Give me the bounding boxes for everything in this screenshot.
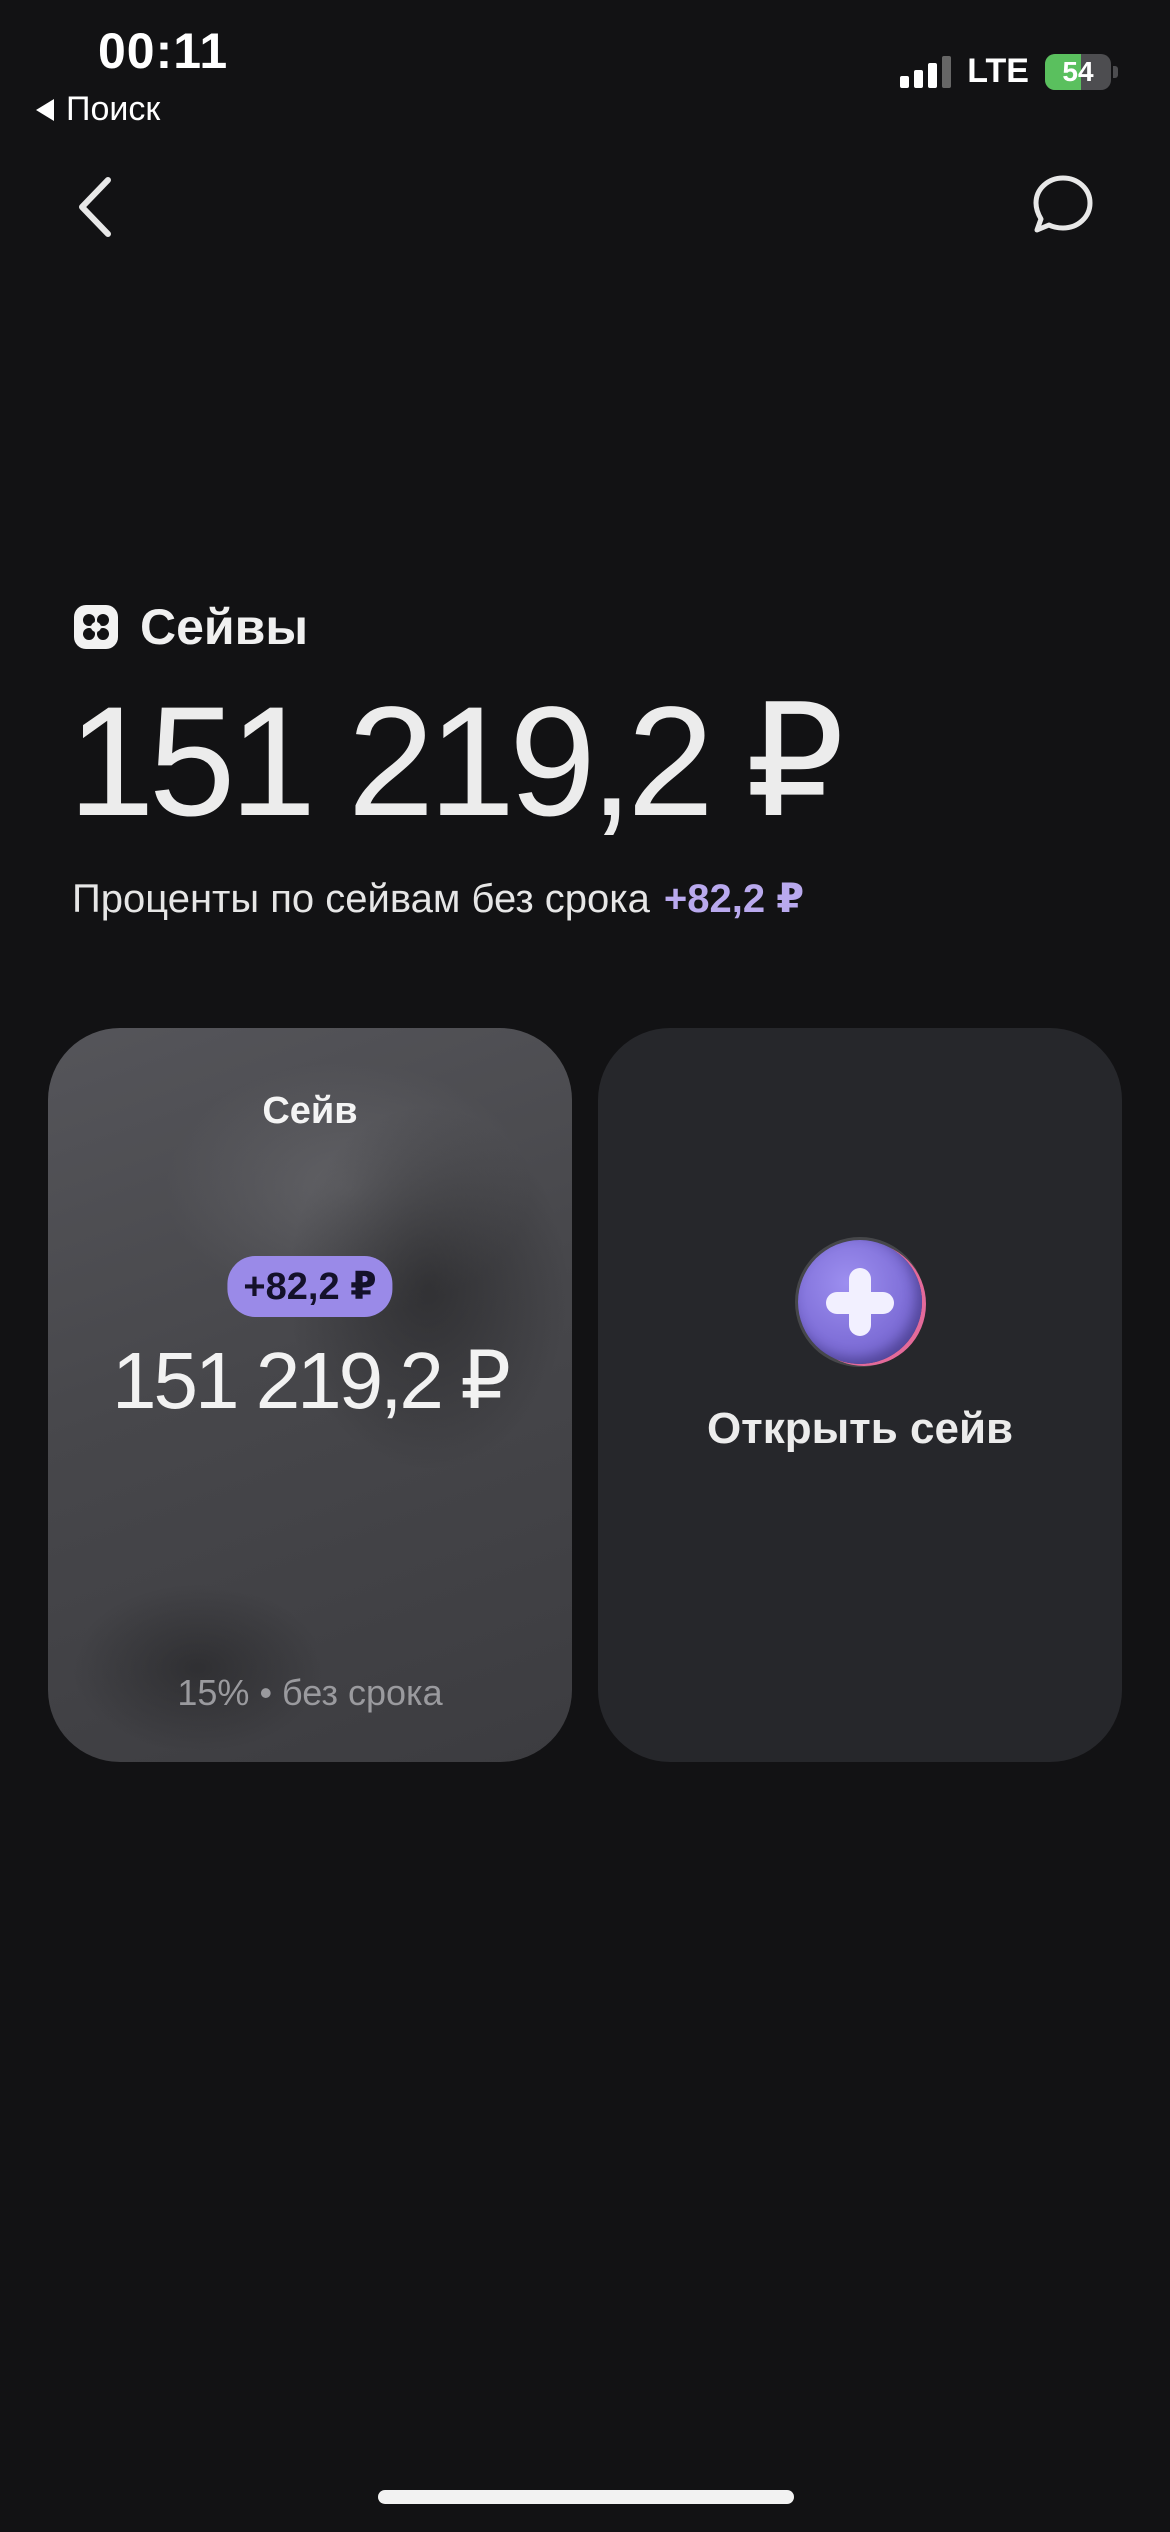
save-card-rate: 15% • без срока (177, 1672, 443, 1713)
interest-label: Проценты по сейвам без срока (72, 877, 650, 921)
interest-summary: Проценты по сейвам без срока +82,2 ₽ (72, 876, 804, 922)
save-card[interactable]: Сейв +82,2 ₽ 151 219,2 ₽ 15% • без срока (48, 1028, 572, 1762)
battery-level: 54 (1062, 55, 1094, 87)
open-save-label: Открыть сейв (706, 1404, 1014, 1453)
interest-value: +82,2 ₽ (663, 877, 805, 921)
network-type: LTE (967, 52, 1029, 90)
page-title-row: Сейвы (72, 598, 308, 656)
back-triangle-icon (36, 98, 54, 121)
chat-bubble-icon[interactable] (1030, 172, 1096, 238)
home-indicator[interactable] (378, 2490, 794, 2504)
signal-strength-icon (900, 55, 952, 88)
page-title: Сейвы (140, 599, 309, 655)
back-to-app-label: Поиск (66, 90, 161, 128)
savings-logo-icon (74, 605, 118, 649)
save-card-title: Сейв (262, 1090, 358, 1132)
status-time: 00:11 (98, 23, 229, 79)
back-to-app-link[interactable]: Поиск (36, 90, 160, 129)
save-card-amount: 151 219,2 ₽ (111, 1336, 511, 1425)
plus-icon[interactable] (798, 1240, 922, 1364)
total-balance: 151 219,2 ₽ (68, 675, 845, 849)
status-indicators: LTE 54 (900, 52, 1118, 91)
screen: 00:11 Поиск LTE 54 Сейвы 151 219,2 ₽ Про… (0, 0, 1170, 2532)
chevron-left-icon[interactable] (68, 172, 124, 242)
battery-icon: 54 (1045, 53, 1111, 90)
open-save-card[interactable]: Открыть сейв (598, 1028, 1122, 1762)
save-card-interest-badge: +82,2 ₽ (227, 1256, 393, 1317)
battery-tip (1113, 65, 1118, 78)
